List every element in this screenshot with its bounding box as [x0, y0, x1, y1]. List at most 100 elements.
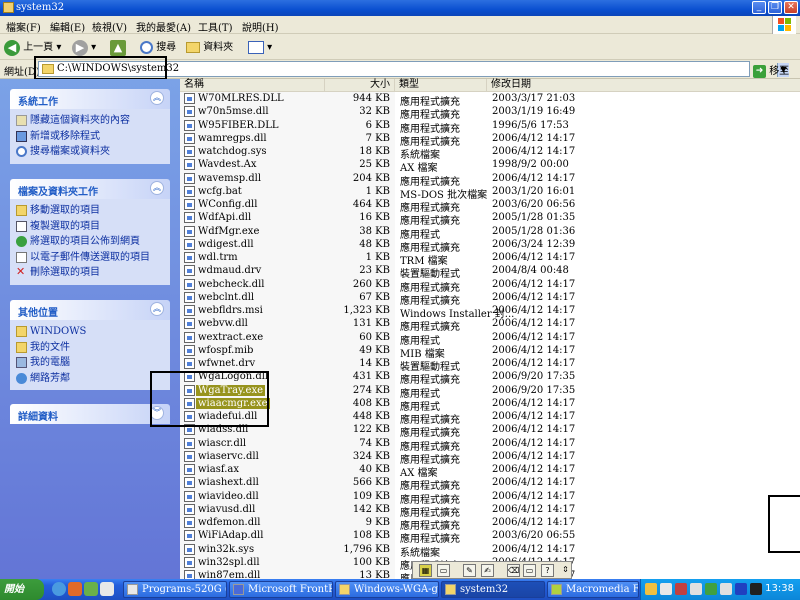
show-desktop-icon[interactable] — [100, 582, 114, 596]
tool-icon[interactable]: ▭ — [523, 564, 536, 577]
task-button[interactable]: Microsoft FrontPage... — [229, 581, 333, 598]
file-row[interactable]: wavemsp.dll 204 KB 應用程式擴充 2006/4/12 14:17 — [180, 172, 800, 188]
menu-file[interactable]: 檔案(F) — [6, 19, 41, 34]
views-button[interactable]: ▾ — [248, 39, 272, 56]
tray-icon[interactable] — [750, 583, 762, 595]
file-row[interactable]: webclnt.dll 67 KB 應用程式擴充 2006/4/12 14:17 — [180, 291, 800, 307]
folders-button[interactable]: 資料夾 — [186, 39, 233, 56]
tool-icon[interactable]: ▭ — [437, 564, 450, 577]
file-row[interactable]: W70MLRES.DLL 944 KB 應用程式擴充 2003/3/17 21:03 — [180, 92, 800, 108]
file-row[interactable]: wdmaud.drv 23 KB 裝置驅動程式 2004/8/4 00:48 — [180, 264, 800, 280]
tool-icon[interactable]: ✎ — [463, 564, 476, 577]
tool-icon[interactable]: ⌫ — [507, 564, 520, 577]
menu-favorites[interactable]: 我的最愛(A) — [136, 19, 191, 34]
task-hide-contents[interactable]: 隱藏這個資料夾的內容 — [16, 113, 164, 129]
file-row[interactable]: wfwnet.drv 14 KB 裝置驅動程式 2006/4/12 14:17 — [180, 357, 800, 373]
tray-icon[interactable] — [675, 583, 687, 595]
column-modified[interactable]: 修改日期 — [487, 79, 800, 92]
file-row[interactable]: wiaacmgr.exe 408 KB 應用程式 2006/4/12 14:17 — [180, 397, 800, 413]
file-row[interactable]: w70n5mse.dll 32 KB 應用程式擴充 2003/1/19 16:49 — [180, 105, 800, 121]
details-header[interactable]: 詳細資料 ︾ — [10, 404, 170, 424]
file-row[interactable]: wiasf.ax 40 KB AX 檔案 2006/4/12 14:17 — [180, 463, 800, 479]
ie-icon[interactable] — [52, 582, 66, 596]
task-button-active[interactable]: system32 — [441, 581, 545, 598]
file-row[interactable]: wiascr.dll 74 KB 應用程式擴充 2006/4/12 14:17 — [180, 437, 800, 453]
file-row[interactable]: WiFiAdap.dll 108 KB 應用程式擴充 2003/6/20 06:55 — [180, 529, 800, 545]
place-network[interactable]: 網路芳鄰 — [16, 371, 164, 387]
task-move[interactable]: 移動選取的項目 — [16, 203, 164, 219]
task-delete[interactable]: ✕ 刪除選取的項目 — [16, 265, 164, 281]
volume-icon[interactable] — [720, 583, 732, 595]
file-row[interactable]: WgaTray.exe 274 KB 應用程式 2006/9/20 17:35 — [180, 384, 800, 400]
file-row[interactable]: wiashext.dll 566 KB 應用程式擴充 2006/4/12 14:17 — [180, 476, 800, 492]
file-row[interactable]: wdl.trm 1 KB TRM 檔案 2006/4/12 14:17 — [180, 251, 800, 267]
file-row[interactable]: watchdog.sys 18 KB 系統檔案 2006/4/12 14:17 — [180, 145, 800, 161]
task-search[interactable]: 搜尋檔案或資料夾 — [16, 144, 164, 160]
file-row[interactable]: WgaLogon.dll 431 KB 應用程式擴充 2006/9/20 17:35 — [180, 370, 800, 386]
file-row[interactable]: wiavideo.dll 109 KB 應用程式擴充 2006/4/12 14:17 — [180, 490, 800, 506]
column-type[interactable]: 類型 — [395, 79, 487, 92]
file-row[interactable]: WdfMgr.exe 38 KB 應用程式 2005/1/28 01:36 — [180, 225, 800, 241]
title-bar[interactable]: system32 _ ❐ ✕ — [0, 0, 800, 16]
task-copy[interactable]: 複製選取的項目 — [16, 219, 164, 235]
file-row[interactable]: wdfemon.dll 9 KB 應用程式擴充 2006/4/12 14:17 — [180, 516, 800, 532]
quicklaunch-icon[interactable] — [84, 582, 98, 596]
clock[interactable]: 13:38 — [765, 583, 794, 594]
column-name[interactable]: 名稱 — [180, 79, 325, 92]
file-row[interactable]: wfospf.mib 49 KB MIB 檔案 2006/4/12 14:17 — [180, 344, 800, 360]
file-row[interactable]: wdigest.dll 48 KB 應用程式擴充 2006/3/24 12:39 — [180, 238, 800, 254]
task-button[interactable]: Windows-WGA-ge... — [335, 581, 439, 598]
place-my-documents[interactable]: 我的文件 — [16, 340, 164, 356]
tool-icon[interactable]: ✍ — [481, 564, 494, 577]
up-button[interactable]: ▲ — [110, 39, 126, 56]
search-button[interactable]: 搜尋 — [140, 39, 176, 56]
file-row[interactable]: wiavusd.dll 142 KB 應用程式擴充 2006/4/12 14:17 — [180, 503, 800, 519]
tray-icon[interactable] — [645, 583, 657, 595]
file-row[interactable]: WConfig.dll 464 KB 應用程式擴充 2003/6/20 06:56 — [180, 198, 800, 214]
menu-tools[interactable]: 工具(T) — [198, 19, 232, 34]
file-row[interactable]: wiadss.dll 122 KB 應用程式擴充 2006/4/12 14:17 — [180, 423, 800, 439]
go-button[interactable]: ➜ 移至 — [753, 62, 797, 78]
task-button[interactable]: Macromedia Firewo... — [547, 581, 639, 598]
file-row[interactable]: webvw.dll 131 KB 應用程式擴充 2006/4/12 14:17 — [180, 317, 800, 333]
task-email[interactable]: 以電子郵件傳送選取的項目 — [16, 250, 164, 266]
file-row[interactable]: Wavdest.Ax 25 KB AX 檔案 1998/9/2 00:00 — [180, 158, 800, 174]
file-list[interactable]: 名稱 大小 類型 修改日期 W70MLRES.DLL 944 KB 應用程式擴充 20… — [180, 79, 800, 585]
file-row[interactable]: win32k.sys 1,796 KB 系統檔案 2006/4/12 14:17 — [180, 543, 800, 559]
file-row[interactable]: webcheck.dll 260 KB 應用程式擴充 2006/4/12 14:17 — [180, 278, 800, 294]
tray-icon[interactable] — [690, 583, 702, 595]
place-my-computer[interactable]: 我的電腦 — [16, 355, 164, 371]
close-button[interactable]: ✕ — [784, 1, 798, 14]
start-button[interactable]: 開始 — [0, 579, 44, 600]
tray-icon[interactable] — [705, 583, 717, 595]
place-windows[interactable]: WINDOWS — [16, 324, 164, 340]
task-button[interactable]: Programs-520G (P:) — [123, 581, 227, 598]
scroll-icon[interactable]: ⇕ — [559, 564, 572, 577]
file-row[interactable]: webfldrs.msi 1,323 KB Windows Installer 封.… — [180, 304, 800, 320]
minimize-button[interactable]: _ — [752, 1, 766, 14]
quicklaunch-icon[interactable] — [68, 582, 82, 596]
task-publish[interactable]: 將選取的項目公佈到網頁 — [16, 234, 164, 250]
file-row[interactable]: wiadefui.dll 448 KB 應用程式擴充 2006/4/12 14:17 — [180, 410, 800, 426]
forward-button[interactable]: ▶ ▾ — [72, 39, 96, 56]
menu-view[interactable]: 檢視(V) — [92, 19, 127, 34]
column-size[interactable]: 大小 — [325, 79, 395, 92]
file-row[interactable]: wamregps.dll 7 KB 應用程式擴充 2006/4/12 14:17 — [180, 132, 800, 148]
tray-icon[interactable] — [660, 583, 672, 595]
file-row[interactable]: wextract.exe 60 KB 應用程式 2006/4/12 14:17 — [180, 331, 800, 347]
task-add-remove[interactable]: 新增或移除程式 — [16, 129, 164, 145]
system-tasks-header[interactable]: 系統工作 ︽ — [10, 89, 170, 109]
collapse-icon[interactable]: ︽ — [150, 302, 164, 316]
file-row[interactable]: WdfApi.dll 16 KB 應用程式擴充 2005/1/28 01:35 — [180, 211, 800, 227]
file-row[interactable]: wcfg.bat 1 KB MS-DOS 批次檔案 2003/1/20 16:01 — [180, 185, 800, 201]
tool-icon[interactable]: ▦ — [419, 564, 432, 577]
menu-edit[interactable]: 編輯(E) — [50, 19, 85, 34]
collapse-icon[interactable]: ︽ — [150, 181, 164, 195]
other-places-header[interactable]: 其他位置 ︽ — [10, 300, 170, 320]
help-icon[interactable]: ? — [541, 564, 554, 577]
restore-button[interactable]: ❐ — [768, 1, 782, 14]
collapse-icon[interactable]: ︽ — [150, 91, 164, 105]
menu-help[interactable]: 說明(H) — [242, 19, 279, 34]
back-button[interactable]: ◀ 上一頁 ▾ — [4, 39, 61, 56]
tray-icon[interactable] — [735, 583, 747, 595]
